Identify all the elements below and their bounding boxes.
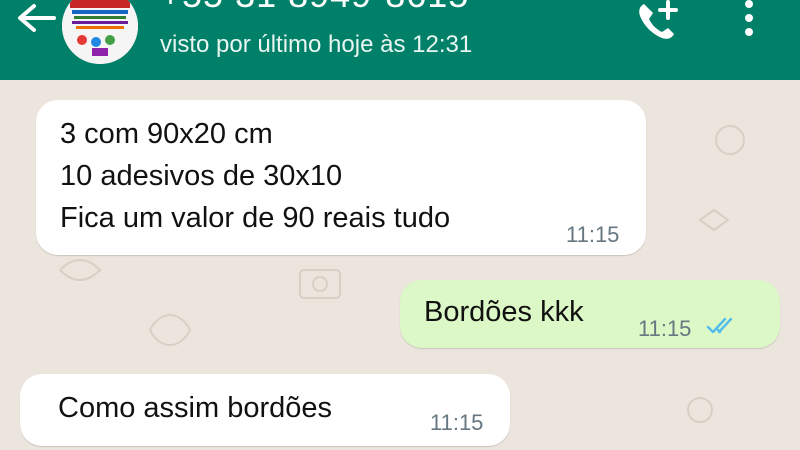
incoming-message-bubble[interactable]: Como assim bordões 11:15 — [20, 374, 510, 446]
incoming-message-bubble[interactable]: 3 com 90x20 cm 10 adesivos de 30x10 Fica… — [36, 100, 646, 255]
message-text: 10 adesivos de 30x10 — [60, 160, 343, 192]
outgoing-message-bubble[interactable]: Bordões kkk 11:15 — [400, 280, 780, 348]
message-text: Como assim bordões — [58, 392, 332, 424]
message-text: Fica um valor de 90 reais tudo — [60, 202, 451, 234]
avatar-image — [62, 0, 138, 64]
message-time: 11:15 — [430, 410, 484, 435]
chat-header: +55 31 8949-8615 visto por último hoje à… — [0, 0, 800, 80]
double-check-read-icon — [706, 317, 733, 334]
add-call-icon[interactable] — [634, 0, 686, 44]
last-seen-status: visto por último hoje às 12:31 — [160, 31, 473, 58]
message-text: Bordões kkk — [424, 296, 584, 328]
message-time: 11:15 — [566, 222, 620, 247]
contact-title[interactable]: +55 31 8949-8615 — [160, 0, 469, 16]
message-text: 3 com 90x20 cm — [60, 118, 273, 150]
kebab-menu-icon[interactable] — [734, 0, 764, 44]
contact-avatar[interactable] — [62, 0, 138, 64]
arrow-left-icon[interactable] — [14, 0, 60, 40]
message-time: 11:15 — [638, 316, 692, 341]
